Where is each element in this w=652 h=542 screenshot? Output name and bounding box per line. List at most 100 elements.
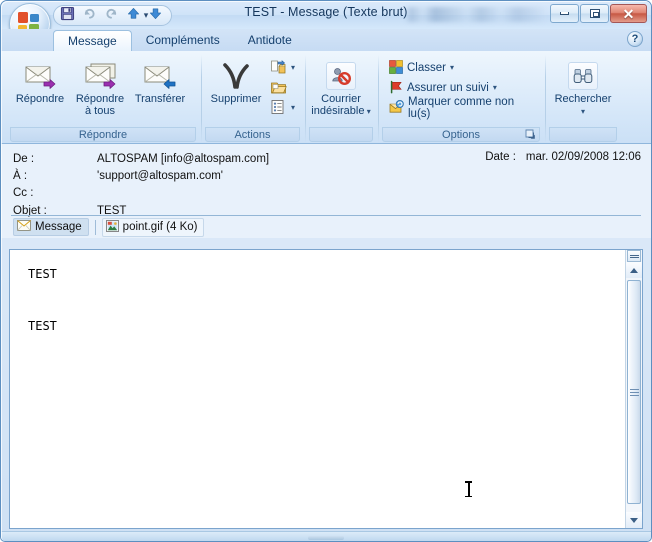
chevron-down-icon: ▾ (364, 107, 371, 116)
forward-button[interactable]: Transférer (130, 57, 190, 105)
image-file-icon (105, 219, 119, 235)
header-divider (11, 215, 641, 216)
reply-button[interactable]: Répondre (10, 57, 70, 105)
reply-all-label: Répondre à tous (75, 93, 125, 117)
envelope-icon (17, 220, 31, 234)
group-separator (201, 55, 202, 143)
message-window: TEST - Message (Texte brut) ▾ ✕ Message … (0, 0, 652, 542)
qat-customize-button[interactable]: ▾ (139, 8, 153, 22)
ribbon-group-courrier-indesirable: Courrier indésirable ▾ (308, 53, 374, 143)
minimize-button[interactable] (550, 4, 579, 23)
search-button[interactable]: Rechercher ▾ (549, 57, 617, 117)
body-line-2: TEST (28, 319, 57, 333)
message-tab-chip[interactable]: Message (13, 218, 89, 236)
date-field: Date : mar. 02/09/2008 12:06 (485, 151, 641, 163)
maximize-button[interactable] (580, 4, 609, 23)
from-label: De : (13, 152, 35, 165)
scroll-down-button[interactable] (626, 512, 642, 528)
chevron-down-icon: ▾ (580, 107, 585, 116)
scrollbar-track[interactable] (626, 278, 642, 512)
actions-small-buttons: ▾ ▾ (267, 57, 298, 118)
close-icon: ✕ (622, 5, 635, 22)
to-row: À : 'support@altospam.com' (13, 167, 643, 184)
forward-icon (142, 59, 178, 93)
junk-mail-button[interactable]: Courrier indésirable ▾ (309, 57, 373, 117)
mark-unread-button[interactable]: Marquer comme non lu(s) (386, 96, 540, 120)
attachment-divider (94, 219, 96, 235)
ribbon-group-rechercher: Rechercher ▾ (548, 53, 618, 143)
follow-up-label: Assurer un suivi (407, 82, 489, 94)
ribbon-group-actions: Supprimer ▾ ▾ Actions (204, 53, 301, 143)
binoculars-icon (568, 59, 598, 93)
qat-undo-button[interactable] (80, 7, 99, 24)
group-separator (378, 55, 379, 143)
from-value[interactable]: ALTOSPAM [info@altospam.com] (97, 153, 269, 165)
open-folder-icon (270, 79, 287, 98)
reply-label: Répondre (15, 93, 65, 105)
mark-unread-label: Marquer comme non lu(s) (408, 96, 515, 120)
chevron-down-icon: ▾ (492, 83, 497, 92)
close-button[interactable]: ✕ (610, 4, 647, 23)
help-icon[interactable]: ? (627, 31, 643, 47)
ribbon: Répondre Répondre à tous Transférer Répo… (1, 51, 651, 144)
delete-label: Supprimer (210, 93, 262, 105)
scroll-up-button[interactable] (626, 262, 642, 278)
cc-row: Cc : (13, 184, 643, 201)
other-actions-button[interactable]: ▾ (267, 98, 298, 118)
flag-icon (389, 80, 403, 97)
reply-all-button[interactable]: Répondre à tous (70, 57, 130, 117)
delete-x-icon (220, 59, 252, 93)
group-label-rechercher (549, 127, 617, 142)
chevron-down-icon: ▾ (291, 63, 296, 72)
chevron-down-icon: ▾ (449, 63, 454, 72)
categorize-label: Classer (407, 62, 446, 74)
categorize-button[interactable]: Classer ▾ (386, 58, 457, 78)
window-bottom-edge (1, 531, 651, 541)
junk-mail-icon (326, 59, 356, 93)
message-header-pane: De : ALTOSPAM [info@altospam.com] À : 's… (1, 144, 651, 217)
move-to-folder-icon (270, 59, 287, 78)
attachment-name: point.gif (4 Ko) (122, 221, 198, 233)
group-separator (305, 55, 306, 143)
undo-icon (82, 6, 97, 26)
chevron-down-icon: ▾ (291, 103, 296, 112)
other-actions-icon (270, 99, 287, 118)
subject-row: Objet : TEST (13, 201, 643, 220)
forward-label: Transférer (134, 93, 186, 105)
redacted-title-region (405, 7, 545, 22)
cc-label: Cc : (13, 186, 34, 199)
qat-save-button[interactable] (58, 6, 77, 24)
date-value: mar. 02/09/2008 12:06 (525, 151, 641, 163)
group-label-courrier-indesirable (309, 127, 373, 142)
scrollbar-thumb[interactable] (627, 280, 641, 504)
vertical-scrollbar[interactable] (625, 250, 642, 528)
move-to-folder-button[interactable]: ▾ (267, 58, 298, 78)
tab-message[interactable]: Message (53, 30, 132, 51)
reply-icon (22, 59, 58, 93)
open-folder-button[interactable] (267, 78, 298, 98)
to-value[interactable]: 'support@altospam.com' (97, 170, 223, 182)
split-grip-icon (629, 254, 639, 258)
ribbon-group-options: Classer ▾ Assurer un suivi ▾ Marquer com… (381, 53, 541, 143)
window-controls: ✕ (550, 4, 647, 23)
tab-complements[interactable]: Compléments (132, 30, 234, 51)
group-separator (545, 55, 546, 143)
delete-button[interactable]: Supprimer (205, 57, 267, 105)
message-tab-label: Message (35, 221, 82, 233)
group-label-options: Options (382, 127, 540, 142)
scrollbar-split-handle[interactable] (627, 250, 641, 262)
options-dialog-launcher[interactable] (525, 129, 536, 140)
ribbon-tab-strip: Message Compléments Antidote ? (1, 29, 651, 51)
title-bar: TEST - Message (Texte brut) ▾ ✕ (1, 1, 651, 45)
qat-redo-button[interactable] (102, 7, 121, 24)
categorize-icon (389, 59, 403, 77)
tab-antidote[interactable]: Antidote (234, 30, 306, 51)
message-body-text[interactable]: TEST TEST (10, 250, 625, 528)
resize-grip-icon[interactable] (308, 536, 344, 540)
junk-mail-label: Courrier indésirable ▾ (311, 93, 371, 117)
group-label-actions: Actions (205, 127, 300, 142)
attachment-item[interactable]: point.gif (4 Ko) (101, 217, 205, 237)
maximize-icon (589, 9, 600, 18)
thumb-grip-icon (629, 388, 639, 396)
follow-up-button[interactable]: Assurer un suivi ▾ (386, 78, 500, 98)
